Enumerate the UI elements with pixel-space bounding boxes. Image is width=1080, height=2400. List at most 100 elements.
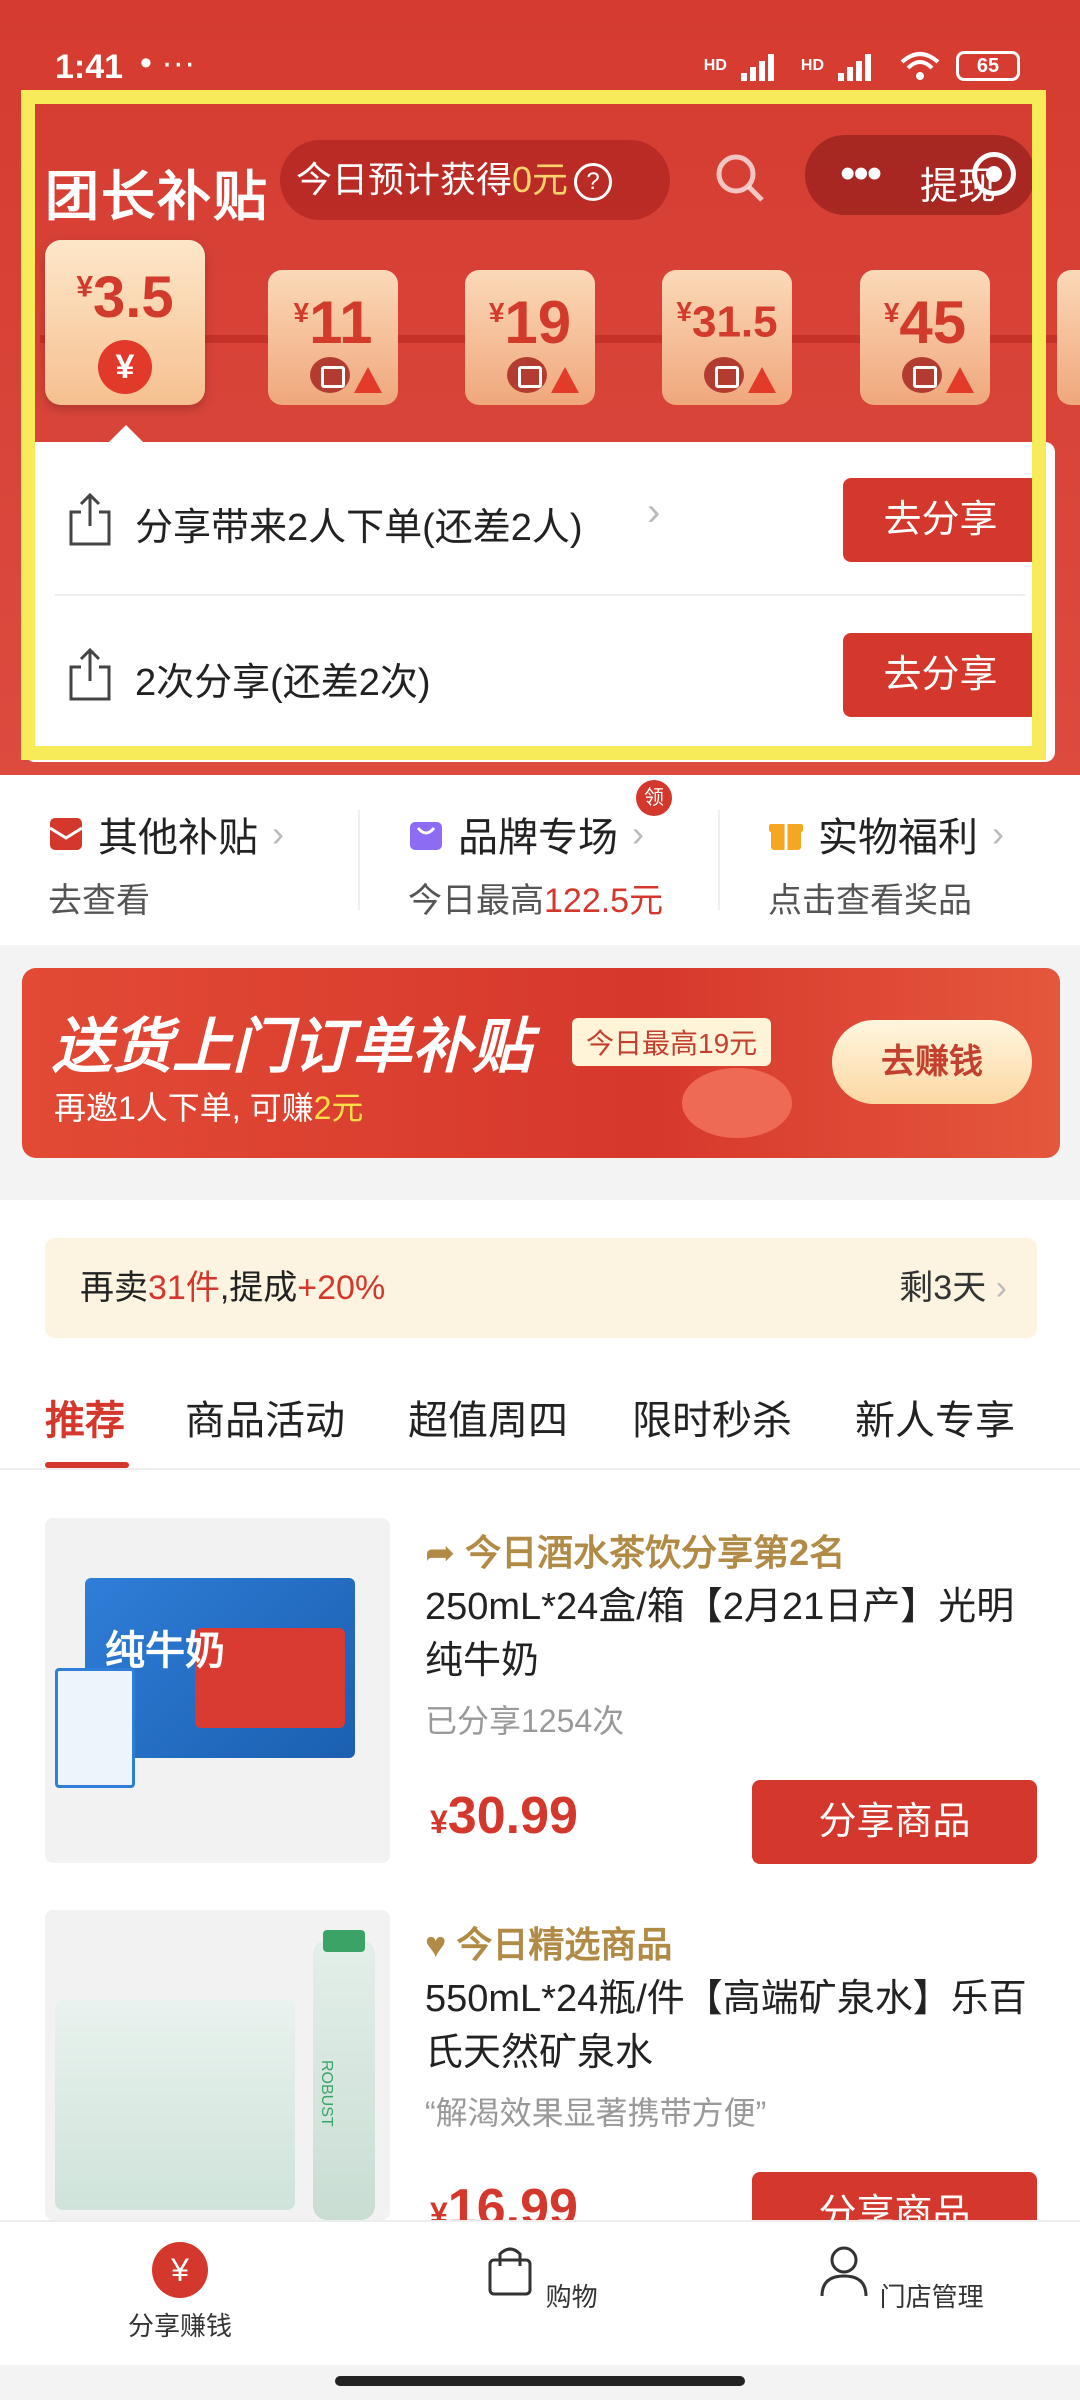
quick-item-other-subsidy[interactable]: 其他补贴 › 去查看 — [48, 805, 408, 925]
task-label: 2次分享(还差2次) — [135, 662, 431, 704]
divider — [55, 594, 1025, 596]
product-rank: ♥ 今日精选商品 — [425, 1924, 673, 1965]
system-icons: HD HD 65 — [704, 50, 1020, 82]
product-name: 250mL*24盒/箱【2月21日产】光明纯牛奶 — [425, 1586, 1015, 1682]
lock-icon — [704, 357, 744, 393]
product-slogan: “解渴效果显著携带方便” — [425, 2095, 767, 2131]
home-indicator — [335, 2376, 745, 2386]
nav-label: 门店管理 — [879, 2282, 984, 2312]
product-share-count: 已分享1254次 — [425, 1703, 625, 1739]
signal-icon-2 — [838, 51, 884, 81]
nav-store-manage[interactable]: 门店管理 — [790, 2242, 1010, 2314]
estimate-prefix: 今日预计获得 — [296, 159, 513, 200]
tier-coin-active[interactable]: ¥3.5 ¥ — [45, 240, 205, 405]
quick-title: 实物福利 — [818, 816, 978, 860]
title-bar: 团长补贴 今日预计获得0元? ••• 提现 — [0, 130, 1080, 230]
tab-new-user[interactable]: 新人专享 — [855, 1388, 1015, 1446]
up-arrow-icon — [354, 367, 382, 393]
delivery-subsidy-banner[interactable]: 送货上门订单补贴 今日最高19元 再邀1人下单, 可赚2元 去赚钱 — [22, 968, 1060, 1158]
share-product-button[interactable]: 分享商品 — [752, 1780, 1037, 1864]
subsidy-header: 1:41 • ··· HD HD 65 团长补贴 今日预计获得0元? ••• 提… — [0, 0, 1080, 780]
signal-icon — [740, 51, 787, 81]
commission-tip[interactable]: 再卖31件,提成+20% 剩3天 › — [45, 1238, 1037, 1338]
bag-icon — [410, 822, 442, 850]
close-capsule-icon[interactable] — [972, 152, 1016, 196]
nav-label: 购物 — [545, 2282, 598, 2312]
yen-badge-icon: ¥ — [98, 340, 152, 394]
chevron-right-icon: › — [992, 813, 1004, 854]
tier-yen: ¥ — [293, 297, 310, 328]
tier-pointer — [108, 425, 144, 443]
heart-icon: ♥ — [425, 1924, 457, 1965]
quick-item-gifts[interactable]: 实物福利 › 点击查看奖品 — [768, 805, 1080, 925]
tip-text: ,提成 — [219, 1269, 298, 1307]
tier-coin[interactable]: ¥31.5 — [662, 270, 792, 405]
gift-icon — [769, 824, 803, 850]
more-icon[interactable]: ••• — [840, 149, 882, 199]
search-icon[interactable] — [712, 150, 768, 206]
earn-money-button[interactable]: 去赚钱 — [832, 1020, 1032, 1104]
task-label: 分享带来2人下单(还差2人) — [135, 507, 583, 549]
tab-flash-sale[interactable]: 限时秒杀 — [632, 1388, 792, 1446]
brand-title: 团长补贴 — [45, 167, 269, 227]
quick-item-brand[interactable]: 品牌专场 › 今日最高122.5元 — [408, 805, 768, 925]
tab-recommend[interactable]: 推荐 — [45, 1388, 125, 1446]
share-icon — [69, 647, 111, 701]
quick-sub-prefix: 今日最高 — [408, 882, 544, 920]
task-card: 分享带来2人下单(还差2人) › 去分享 2次分享(还差2次) 去分享 — [25, 442, 1055, 762]
category-tabs: 推荐 商品活动 超值周四 限时秒杀 新人专享 — [0, 1360, 1080, 1470]
tab-activities[interactable]: 商品活动 — [185, 1388, 345, 1446]
product-image: 纯牛奶 — [45, 1518, 390, 1863]
tip-count: 31件 — [148, 1269, 220, 1307]
nav-share-earn[interactable]: ¥ 分享赚钱 — [70, 2242, 290, 2343]
task-row: 2次分享(还差2次) 去分享 — [25, 597, 1055, 752]
tab-thursday[interactable]: 超值周四 — [408, 1388, 568, 1446]
help-icon[interactable]: ? — [574, 163, 613, 202]
tier-coin[interactable]: ¥11 — [268, 270, 398, 405]
tip-days: 剩3天 — [899, 1269, 987, 1307]
go-share-button[interactable]: 去分享 — [843, 478, 1038, 562]
tier-coin-partial — [1057, 270, 1080, 405]
banner-decoration — [682, 1068, 792, 1138]
chevron-right-icon: › — [632, 813, 644, 854]
tier-value: 31.5 — [691, 297, 778, 347]
banner-tag: 今日最高19元 — [572, 1018, 772, 1066]
quick-sub: 点击查看奖品 — [768, 882, 972, 920]
nav-shopping[interactable]: 购物 — [430, 2242, 650, 2314]
tier-coin[interactable]: ¥45 — [860, 270, 990, 405]
quick-sub: 去查看 — [48, 882, 150, 920]
product-card[interactable]: 纯牛奶 ➦ 今日酒水茶饮分享第2名 250mL*24盒/箱【2月21日产】光明纯… — [0, 1518, 1080, 1878]
tier-coin[interactable]: ¥19 — [465, 270, 595, 405]
tier-value: 19 — [504, 289, 572, 356]
estimate-pill[interactable]: 今日预计获得0元? — [280, 140, 670, 220]
up-arrow-icon — [551, 367, 579, 393]
tier-value: 3.5 — [93, 265, 174, 330]
claim-badge: 领 — [636, 780, 672, 816]
product-price: ¥30.99 — [430, 1787, 578, 1845]
chevron-right-icon: › — [647, 490, 661, 534]
lock-icon — [310, 357, 350, 393]
wifi-icon — [900, 52, 940, 80]
product-card[interactable]: ROBUST ♥ 今日精选商品 550mL*24瓶/件【高端矿泉水】乐百氏天然矿… — [0, 1910, 1080, 2270]
tier-yen: ¥ — [488, 297, 505, 328]
up-arrow-icon — [748, 367, 776, 393]
quick-entries: 其他补贴 › 去查看 品牌专场 › 今日最高122.5元 实物福利 › 点击查看奖品 — [0, 775, 1080, 945]
product-image: ROBUST — [45, 1910, 390, 2220]
yen-icon: ¥ — [152, 2242, 208, 2298]
quick-title: 品牌专场 — [458, 816, 618, 860]
envelope-icon — [49, 818, 83, 850]
hd-label: HD — [703, 57, 727, 74]
divider — [718, 810, 720, 910]
go-share-button[interactable]: 去分享 — [843, 633, 1038, 717]
banner-sub: 再邀1人下单, 可赚 — [54, 1090, 314, 1126]
bottom-nav: ¥ 分享赚钱 购物 门店管理 — [0, 2220, 1080, 2365]
shopping-bag-icon — [488, 2247, 532, 2296]
person-icon — [820, 2246, 868, 2297]
quick-sub-value: 122.5元 — [544, 882, 664, 920]
product-rank: ➦ 今日酒水茶饮分享第2名 — [425, 1532, 846, 1573]
chevron-right-icon: › — [995, 1269, 1007, 1307]
up-arrow-icon — [946, 367, 974, 393]
tier-value: 45 — [899, 289, 967, 356]
tip-text: 再卖 — [80, 1269, 148, 1307]
share-arrow-icon: ➦ — [425, 1532, 466, 1573]
